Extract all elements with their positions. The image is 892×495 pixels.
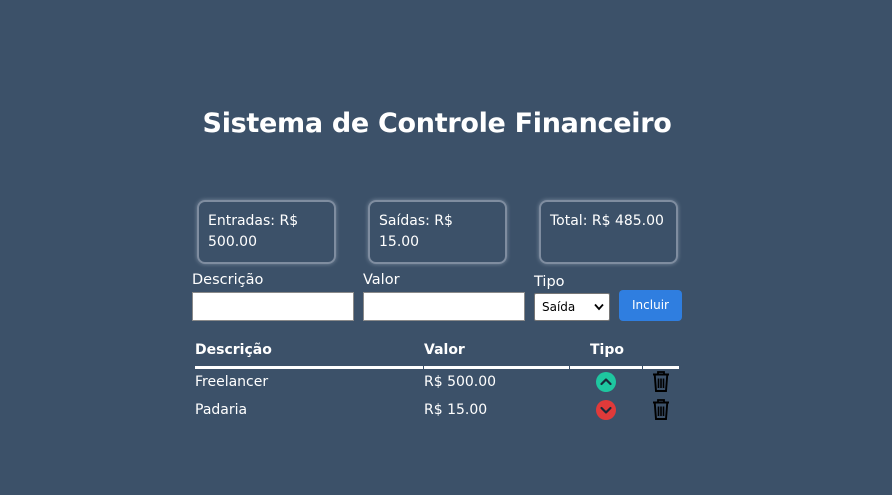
- column-header-valor: Valor: [424, 342, 465, 358]
- table-row: Padaria R$ 15.00: [0, 398, 892, 424]
- valor-label: Valor: [363, 272, 400, 288]
- column-header-descricao: Descrição: [195, 342, 272, 358]
- descricao-label: Descrição: [192, 272, 264, 288]
- summary-card-total: Total: R$ 485.00: [539, 200, 678, 264]
- header-divider: [195, 366, 423, 369]
- page-title: Sistema de Controle Financeiro: [202, 108, 672, 139]
- summary-card-entradas: Entradas: R$ 500.00: [197, 200, 336, 264]
- trash-icon[interactable]: [652, 399, 670, 420]
- row-descricao: Freelancer: [195, 374, 269, 390]
- valor-input[interactable]: [363, 292, 525, 321]
- summary-card-saidas: Saídas: R$ 15.00: [368, 200, 507, 264]
- trash-icon[interactable]: [652, 371, 670, 392]
- total-text: Total: R$ 485.00: [550, 213, 664, 229]
- tipo-label: Tipo: [534, 274, 565, 290]
- row-descricao: Padaria: [195, 402, 248, 418]
- header-divider: [424, 366, 569, 369]
- row-valor: R$ 500.00: [424, 374, 497, 390]
- tipo-selected-value: Saída: [542, 300, 576, 314]
- descricao-input[interactable]: [192, 292, 354, 321]
- incluir-button[interactable]: Incluir: [619, 290, 682, 321]
- app: Sistema de Controle Financeiro Entradas:…: [0, 0, 892, 495]
- arrow-up-circle-icon: [596, 372, 616, 392]
- header-divider: [570, 366, 642, 369]
- entradas-text: Entradas: R$ 500.00: [208, 213, 299, 250]
- table-row: Freelancer R$ 500.00: [0, 370, 892, 396]
- chevron-down-icon: [594, 303, 604, 311]
- saidas-text: Saídas: R$ 15.00: [379, 213, 453, 250]
- tipo-select[interactable]: Saída: [534, 293, 610, 321]
- column-header-tipo: Tipo: [590, 342, 624, 358]
- row-valor: R$ 15.00: [424, 402, 488, 418]
- header-divider: [643, 366, 679, 369]
- arrow-down-circle-icon: [596, 400, 616, 420]
